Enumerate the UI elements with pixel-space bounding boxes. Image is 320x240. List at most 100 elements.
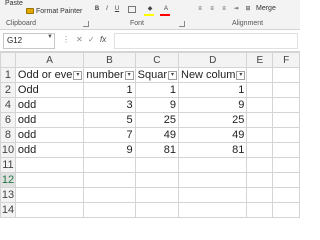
cell[interactable]: 9 xyxy=(134,97,180,113)
cell[interactable] xyxy=(134,202,180,218)
cell[interactable]: Odd or eve ▾ xyxy=(14,67,85,83)
column-header[interactable]: D xyxy=(177,52,248,68)
formula-input[interactable] xyxy=(114,33,298,49)
cell[interactable] xyxy=(134,172,180,188)
cell[interactable] xyxy=(246,172,274,188)
merge-button[interactable]: Merge xyxy=(256,5,276,12)
bold-icon[interactable]: B xyxy=(93,6,101,13)
cell[interactable] xyxy=(272,142,300,158)
cell[interactable]: 5 xyxy=(83,112,136,128)
cell[interactable]: 81 xyxy=(177,142,248,158)
cell[interactable]: odd xyxy=(14,112,85,128)
enter-icon[interactable]: ✓ xyxy=(88,35,95,44)
cell[interactable] xyxy=(246,202,274,218)
paste-button[interactable]: Paste xyxy=(5,0,23,7)
cell[interactable] xyxy=(14,202,85,218)
cell[interactable]: 1 xyxy=(177,82,248,98)
cell[interactable] xyxy=(246,142,274,158)
clipboard-launcher-icon[interactable] xyxy=(83,21,89,27)
cell[interactable] xyxy=(134,157,180,173)
cell[interactable] xyxy=(177,157,248,173)
cell[interactable] xyxy=(177,187,248,203)
cell[interactable] xyxy=(83,202,136,218)
cell[interactable] xyxy=(177,172,248,188)
cell[interactable] xyxy=(272,202,300,218)
cell[interactable] xyxy=(246,112,274,128)
row-header[interactable]: 13 xyxy=(0,187,16,203)
merge-icon[interactable]: ⊞ xyxy=(244,6,252,13)
align-left-icon[interactable]: ≡ xyxy=(196,6,204,13)
cell[interactable] xyxy=(272,82,300,98)
cell[interactable]: Squar ▾ xyxy=(134,67,180,83)
filter-dropdown-icon[interactable]: ▾ xyxy=(168,71,177,80)
cell[interactable] xyxy=(246,157,274,173)
cell[interactable]: odd xyxy=(14,127,85,143)
cell[interactable] xyxy=(177,202,248,218)
cell[interactable]: 49 xyxy=(134,127,180,143)
cell[interactable]: 49 xyxy=(177,127,248,143)
row-header[interactable]: 1 xyxy=(0,67,16,83)
column-header[interactable]: A xyxy=(14,52,85,68)
filter-dropdown-icon[interactable]: ▾ xyxy=(73,71,83,80)
cell[interactable] xyxy=(14,157,85,173)
cell[interactable]: Odd xyxy=(14,82,85,98)
cell[interactable]: 1 xyxy=(83,82,136,98)
filter-dropdown-icon[interactable]: ▾ xyxy=(236,71,246,80)
cell[interactable] xyxy=(246,127,274,143)
row-header[interactable]: 6 xyxy=(0,112,16,128)
fill-color-icon[interactable]: ◆ xyxy=(146,6,154,13)
underline-icon[interactable]: U xyxy=(113,6,121,13)
cell[interactable]: odd xyxy=(14,142,85,158)
cell[interactable]: 3 xyxy=(83,97,136,113)
row-header[interactable]: 14 xyxy=(0,202,16,218)
column-header[interactable]: B xyxy=(83,52,136,68)
cell[interactable]: 1 xyxy=(134,82,180,98)
cell[interactable]: 9 xyxy=(177,97,248,113)
row-header[interactable]: 10 xyxy=(0,142,16,158)
borders-icon[interactable] xyxy=(128,6,136,13)
format-painter-button[interactable]: Format Painter xyxy=(26,6,82,16)
column-header[interactable]: E xyxy=(246,52,274,68)
cell[interactable] xyxy=(246,82,274,98)
cell[interactable]: 7 xyxy=(83,127,136,143)
align-center-icon[interactable]: ≡ xyxy=(208,6,216,13)
cell[interactable]: number ▾ xyxy=(83,67,136,83)
name-box-dropdown-icon[interactable]: ▼ xyxy=(47,34,53,40)
cell[interactable] xyxy=(83,187,136,203)
cell[interactable] xyxy=(83,172,136,188)
column-header[interactable]: F xyxy=(272,52,300,68)
cell[interactable] xyxy=(272,187,300,203)
cell[interactable] xyxy=(14,172,85,188)
cell[interactable] xyxy=(246,97,274,113)
cell[interactable]: 25 xyxy=(134,112,180,128)
cell[interactable] xyxy=(272,67,300,83)
cell[interactable] xyxy=(246,187,274,203)
column-header[interactable]: C xyxy=(134,52,180,68)
indent-icon[interactable]: ⇥ xyxy=(232,6,240,13)
cell[interactable]: 9 xyxy=(83,142,136,158)
cell[interactable] xyxy=(14,187,85,203)
cell[interactable] xyxy=(83,157,136,173)
cell[interactable] xyxy=(272,127,300,143)
cell[interactable] xyxy=(272,172,300,188)
cell[interactable] xyxy=(272,97,300,113)
cell[interactable]: 25 xyxy=(177,112,248,128)
cell[interactable] xyxy=(246,67,274,83)
font-color-icon[interactable]: A xyxy=(162,6,170,13)
row-header[interactable]: 4 xyxy=(0,97,16,113)
align-right-icon[interactable]: ≡ xyxy=(220,6,228,13)
italic-icon[interactable]: I xyxy=(103,6,111,13)
row-header-selected[interactable]: 12 xyxy=(0,172,16,188)
select-all-corner[interactable] xyxy=(0,52,16,68)
cell[interactable]: New colum ▾ xyxy=(177,67,248,83)
insert-function-icon[interactable]: fx xyxy=(100,35,106,44)
row-header[interactable]: 2 xyxy=(0,82,16,98)
cell[interactable]: 81 xyxy=(134,142,180,158)
cell[interactable] xyxy=(272,157,300,173)
font-launcher-icon[interactable] xyxy=(179,21,185,27)
filter-dropdown-icon[interactable]: ▾ xyxy=(124,71,134,80)
cell[interactable] xyxy=(272,112,300,128)
row-header[interactable]: 11 xyxy=(0,157,16,173)
cell[interactable] xyxy=(134,187,180,203)
cell[interactable]: odd xyxy=(14,97,85,113)
